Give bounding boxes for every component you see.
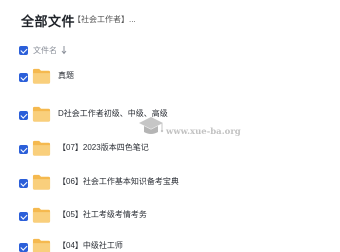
watermark-text: www.xue-ba.org [166,127,241,137]
list-item[interactable]: 【06】社会工作基本知识备考宝典 [0,172,340,196]
list-item[interactable]: 【04】中级社工师 [0,236,340,252]
list-item-label: 真题 [58,71,74,80]
row-checkbox[interactable] [19,73,28,82]
header: 全部文件 【社会工作者】... [0,0,340,38]
row-checkbox[interactable] [19,111,28,120]
folder-icon [32,174,51,190]
page-title: 全部文件 [21,14,76,29]
column-filename[interactable]: 文件名 [33,45,57,56]
row-checkbox[interactable] [19,145,28,154]
row-checkbox[interactable] [19,212,28,221]
select-all-checkbox[interactable] [19,46,28,55]
row-checkbox[interactable] [19,243,28,252]
list-item-label: 【05】社工考级考情考务 [58,210,147,219]
breadcrumb[interactable]: 【社会工作者】... [73,14,136,25]
list-item-label: 【04】中级社工师 [58,241,123,250]
graduation-cap-icon [139,117,164,134]
list-item[interactable]: 真题 [0,66,340,90]
folder-icon [32,68,51,84]
watermark: www.xue-ba.org [136,112,246,152]
row-checkbox[interactable] [19,179,28,188]
list-item-label: 【06】社会工作基本知识备考宝典 [58,177,179,186]
folder-icon [32,140,51,156]
list-item[interactable]: 【05】社工考级考情考务 [0,205,340,229]
folder-icon [32,207,51,223]
folder-icon [32,106,51,122]
sort-icon[interactable] [61,45,67,55]
file-list-header: 文件名 [0,42,340,60]
folder-icon [32,238,51,252]
